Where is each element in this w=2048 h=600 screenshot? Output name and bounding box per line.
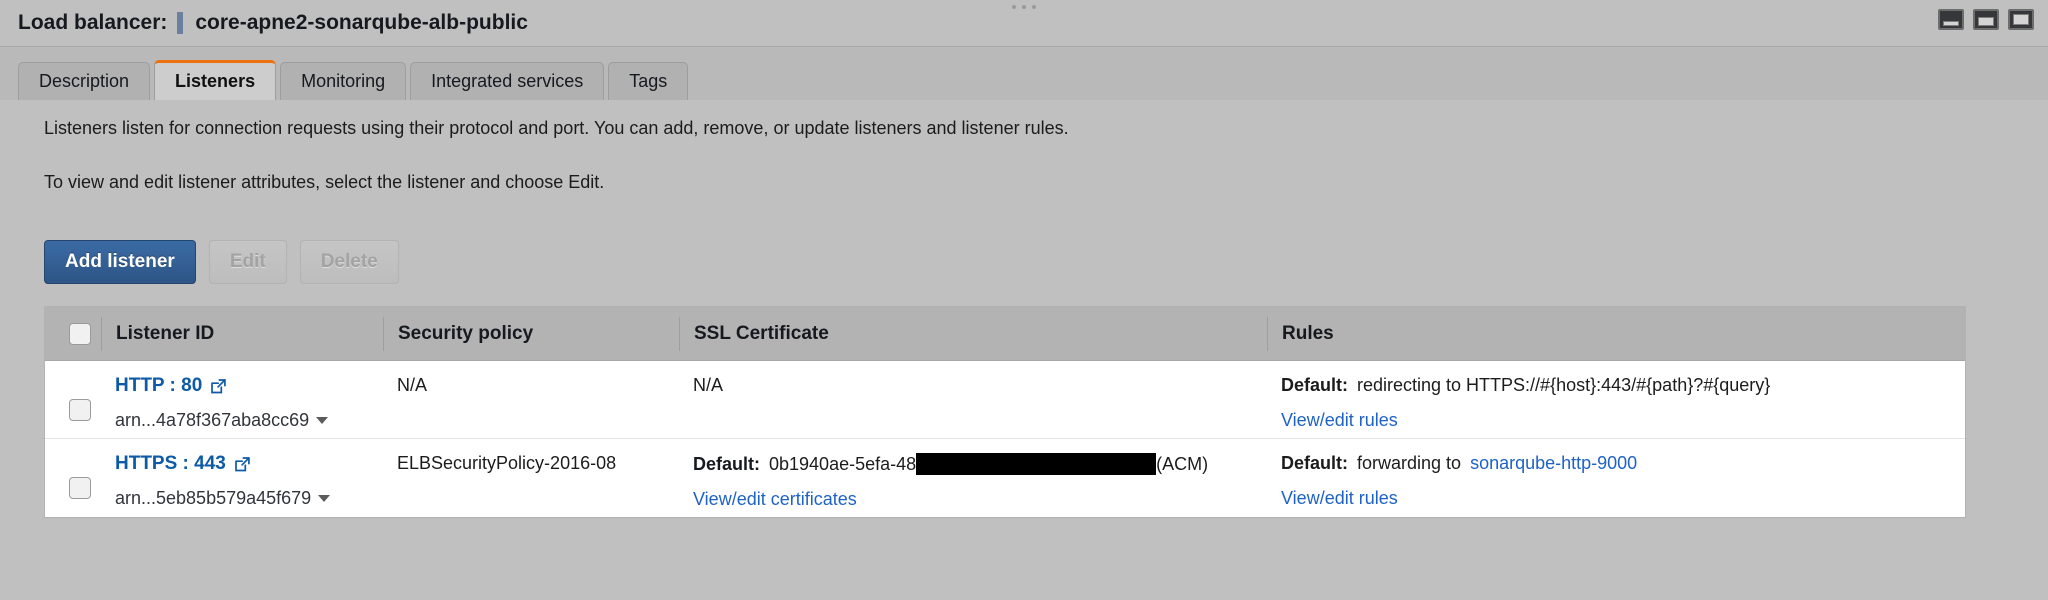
ssl-default-label: Default:	[693, 453, 760, 474]
delete-button[interactable]: Delete	[299, 240, 399, 284]
row-select-cell	[45, 439, 101, 517]
restore-window-button[interactable]	[1973, 9, 1999, 30]
helper-text: To view and edit listener attributes, se…	[44, 172, 605, 192]
tab-label: Description	[39, 71, 130, 91]
tab-label: Listeners	[175, 71, 256, 91]
ssl-certificate-cell: Default: 0b1940ae-5efa-48 (ACM) View/edit…	[679, 439, 1267, 517]
rules-cell: Default: redirecting to HTTPS://#{host}:…	[1267, 361, 1965, 438]
listener-arn-text: arn...4a78f367aba8cc69	[115, 410, 310, 430]
table-row[interactable]: HTTP : 80 arn...4a78f367aba8cc69 N/A N/A…	[45, 361, 1965, 439]
page-title-label: Load balancer:	[18, 11, 168, 34]
default-rule: Default: redirecting to HTTPS://#{host}:…	[1281, 375, 1965, 396]
minimize-window-button[interactable]	[1938, 9, 1964, 30]
view-edit-certificates-link[interactable]: View/edit certificates	[693, 489, 857, 510]
tab-monitoring[interactable]: Monitoring	[280, 62, 407, 100]
listener-arn-dropdown[interactable]: arn...4a78f367aba8cc69	[115, 410, 329, 431]
external-link-icon	[210, 378, 227, 395]
window-controls	[1938, 9, 2034, 30]
ssl-certificate-source: (ACM)	[1156, 453, 1209, 474]
tab-tags[interactable]: Tags	[608, 62, 689, 100]
window-title-bar: Load balancer: core-apne2-sonarqube-alb-…	[0, 0, 2048, 47]
redaction-bar	[916, 453, 1157, 475]
chevron-down-icon	[316, 417, 329, 424]
default-rule-action: forwarding to	[1357, 453, 1462, 473]
view-edit-rules-link[interactable]: View/edit rules	[1281, 488, 1398, 509]
column-header-rules[interactable]: Rules	[1267, 316, 1965, 351]
listener-link[interactable]: HTTPS : 443	[115, 453, 251, 475]
tab-description[interactable]: Description	[18, 62, 151, 100]
row-select-cell	[45, 361, 101, 438]
listener-arn-dropdown[interactable]: arn...5eb85b579a45f679	[115, 488, 331, 509]
page-title: Load balancer: core-apne2-sonarqube-alb-…	[18, 6, 528, 40]
external-link-icon	[234, 456, 251, 473]
column-header-security-policy[interactable]: Security policy	[383, 316, 679, 351]
text-cursor-icon	[177, 12, 184, 34]
add-listener-button[interactable]: Add listener	[44, 240, 196, 284]
chevron-down-icon	[318, 495, 331, 502]
listener-id-cell: HTTPS : 443 arn...5eb85b579a45f679	[101, 439, 383, 517]
window-drag-handle[interactable]	[984, 2, 1064, 12]
grip-dot-icon	[1012, 5, 1016, 9]
listeners-toolbar: Add listener Edit Delete	[44, 240, 399, 284]
default-rule-action: redirecting to HTTPS://#{host}:443/#{pat…	[1357, 375, 1771, 395]
default-rule-label: Default:	[1281, 453, 1348, 473]
tab-label: Monitoring	[301, 71, 386, 91]
target-group-link[interactable]: sonarqube-http-9000	[1470, 453, 1637, 474]
listener-arn-text: arn...5eb85b579a45f679	[115, 488, 312, 508]
tab-bar: Description Listeners Monitoring Integra…	[18, 58, 689, 100]
rules-cell: Default: forwarding to sonarqube-http-90…	[1267, 439, 1965, 517]
listener-protocol-port: HTTPS : 443	[115, 453, 226, 474]
grip-dot-icon	[1032, 5, 1036, 9]
listener-id-cell: HTTP : 80 arn...4a78f367aba8cc69	[101, 361, 383, 438]
row-checkbox[interactable]	[69, 399, 91, 421]
security-policy-value: ELBSecurityPolicy-2016-08	[397, 453, 617, 473]
security-policy-cell: N/A	[383, 361, 679, 438]
load-balancer-name: core-apne2-sonarqube-alb-public	[195, 11, 528, 34]
add-listener-label: Add listener	[65, 251, 175, 272]
ssl-certificate-value: N/A	[693, 375, 724, 395]
tab-integrated-services[interactable]: Integrated services	[410, 62, 605, 100]
listeners-panel: Listeners listen for connection requests…	[0, 100, 2048, 600]
intro-text: Listeners listen for connection requests…	[44, 118, 1069, 138]
tab-listeners[interactable]: Listeners	[154, 60, 277, 100]
ssl-certificate-cell: N/A	[679, 361, 1267, 438]
tab-label: Tags	[629, 71, 668, 91]
security-policy-cell: ELBSecurityPolicy-2016-08	[383, 439, 679, 517]
maximize-icon	[2013, 14, 2029, 25]
default-rule-label: Default:	[1281, 375, 1348, 395]
row-checkbox[interactable]	[69, 477, 91, 499]
edit-button[interactable]: Edit	[208, 240, 287, 284]
tab-label: Integrated services	[431, 71, 584, 91]
ssl-certificate-id: 0b1940ae-5efa-48	[769, 453, 917, 474]
default-rule: Default: forwarding to sonarqube-http-90…	[1281, 453, 1965, 474]
view-edit-rules-link[interactable]: View/edit rules	[1281, 410, 1398, 431]
table-row[interactable]: HTTPS : 443 arn...5eb85b579a45f679 ELBSe…	[45, 439, 1965, 517]
listeners-table: Listener ID Security policy SSL Certific…	[44, 306, 1966, 518]
grip-dot-icon	[1022, 5, 1026, 9]
select-all-checkbox[interactable]	[69, 322, 91, 345]
maximize-window-button[interactable]	[2008, 9, 2034, 30]
edit-label: Edit	[229, 251, 266, 272]
listener-link[interactable]: HTTP : 80	[115, 375, 227, 397]
column-header-listener-id[interactable]: Listener ID	[101, 316, 383, 351]
minimize-icon	[1943, 21, 1959, 26]
delete-label: Delete	[320, 251, 378, 272]
security-policy-value: N/A	[397, 375, 428, 395]
listener-protocol-port: HTTP : 80	[115, 375, 203, 396]
column-header-ssl-certificate[interactable]: SSL Certificate	[679, 316, 1267, 351]
restore-icon	[1978, 17, 1994, 26]
table-header-row: Listener ID Security policy SSL Certific…	[45, 307, 1965, 361]
select-all-cell	[45, 317, 101, 351]
ssl-default-certificate: Default: 0b1940ae-5efa-48 (ACM)	[693, 453, 1267, 475]
